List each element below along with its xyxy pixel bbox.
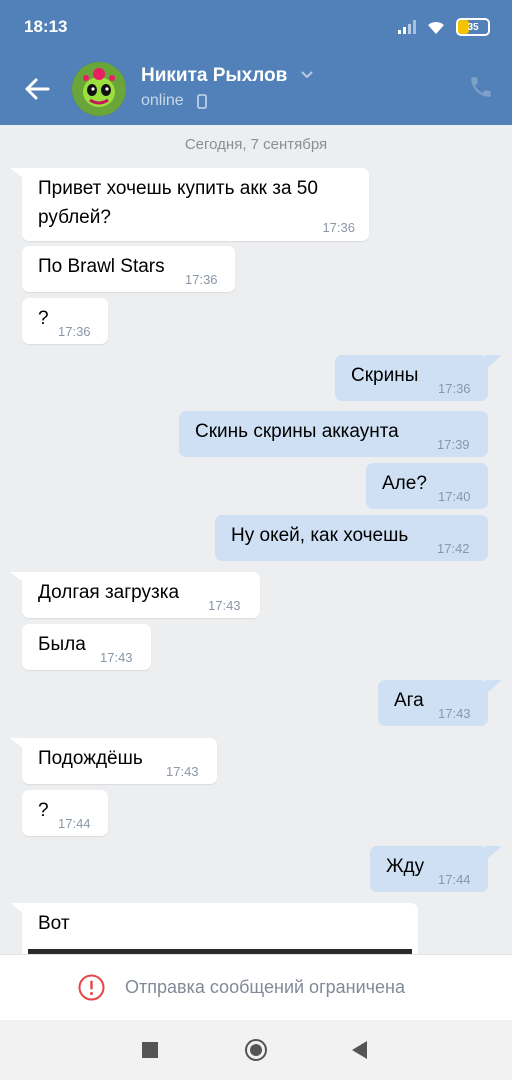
mobile-phone-icon [197, 94, 207, 109]
contact-status: online [141, 92, 184, 109]
restriction-text: Отправка сообщений ограничена [125, 977, 405, 997]
message-time: 17:44 [58, 816, 91, 831]
message-bubble-outgoing[interactable]: Ага 17:43 [378, 680, 488, 726]
message-time: 17:36 [322, 220, 355, 235]
message-text: рублей? [38, 206, 111, 228]
composer-restricted: Отправка сообщений ограничена [0, 954, 512, 1021]
message-text: По Brawl Stars [38, 256, 165, 277]
status-icons: 35 [398, 18, 490, 36]
bubble-tail [486, 355, 502, 369]
status-time: 18:13 [24, 17, 68, 36]
recents-square-icon[interactable] [141, 1041, 159, 1059]
alert-circle-icon [78, 974, 105, 1001]
message-bubble-outgoing[interactable]: Але? 17:40 [366, 463, 488, 509]
message-text: Долгая загрузка [38, 582, 180, 603]
wifi-icon [428, 21, 444, 34]
home-circle-icon[interactable] [244, 1038, 268, 1062]
system-navigation-bar [0, 1020, 512, 1080]
message-time: 17:43 [208, 598, 241, 613]
battery-level: 35 [467, 21, 479, 33]
message-time: 17:36 [185, 272, 218, 287]
message-text: Привет хочешь купить акк за 50 [38, 178, 318, 199]
chat-header: 18:13 35 Никита Рыхлов online [0, 0, 512, 125]
message-bubble-outgoing[interactable]: Ну окей, как хочешь 17:42 [215, 515, 488, 561]
message-text: Ага [394, 690, 424, 711]
message-bubble-incoming[interactable]: ? 17:36 [22, 298, 108, 344]
message-text: Вот [38, 913, 70, 934]
message-bubble-outgoing[interactable]: Жду 17:44 [370, 846, 488, 892]
message-text: Жду [386, 856, 425, 877]
message-text: Але? [382, 473, 427, 494]
avatar[interactable] [72, 62, 126, 116]
message-bubble-incoming[interactable]: По Brawl Stars 17:36 [22, 246, 235, 292]
message-text: ? [38, 308, 49, 329]
chevron-down-icon[interactable] [300, 70, 314, 80]
message-time: 17:44 [438, 872, 471, 887]
message-text: Скинь скрины аккаунта [195, 421, 399, 442]
message-time: 17:43 [438, 706, 471, 721]
message-text: ? [38, 800, 49, 821]
message-text: Ну окей, как хочешь [231, 525, 409, 546]
phone-icon[interactable] [468, 74, 494, 100]
date-separator: Сегодня, 7 сентября [184, 136, 328, 153]
avatar-image [72, 62, 126, 116]
message-time: 17:36 [58, 324, 91, 339]
message-text: Была [38, 634, 86, 655]
contact-name[interactable]: Никита Рыхлов [141, 65, 287, 87]
message-time: 17:42 [437, 541, 470, 556]
arrow-left-icon[interactable] [22, 74, 52, 104]
message-bubble-incoming[interactable]: Подождёшь 17:43 [22, 738, 217, 784]
status-bar: 18:13 35 [0, 0, 512, 54]
message-time: 17:39 [437, 437, 470, 452]
message-bubble-outgoing[interactable]: Скинь скрины аккаунта 17:39 [179, 411, 488, 457]
message-text: Скрины [351, 365, 419, 386]
back-triangle-icon[interactable] [350, 1040, 368, 1060]
message-time: 17:43 [100, 650, 133, 665]
message-bubble-incoming[interactable]: Долгая загрузка 17:43 [22, 572, 260, 618]
bubble-tail [486, 846, 502, 860]
message-bubble-incoming[interactable]: ? 17:44 [22, 790, 108, 836]
signal-icon [398, 20, 416, 34]
message-bubble-incoming[interactable]: Привет хочешь купить акк за 50 рублей? 1… [22, 168, 369, 241]
message-bubble-incoming[interactable]: Была 17:43 [22, 624, 151, 670]
battery-icon: 35 [456, 18, 490, 36]
message-time: 17:36 [438, 381, 471, 396]
bubble-tail [486, 680, 502, 694]
message-text: Подождёшь [38, 748, 143, 769]
message-time: 17:43 [166, 764, 199, 779]
message-bubble-outgoing[interactable]: Скрины 17:36 [335, 355, 488, 401]
message-time: 17:40 [438, 489, 471, 504]
